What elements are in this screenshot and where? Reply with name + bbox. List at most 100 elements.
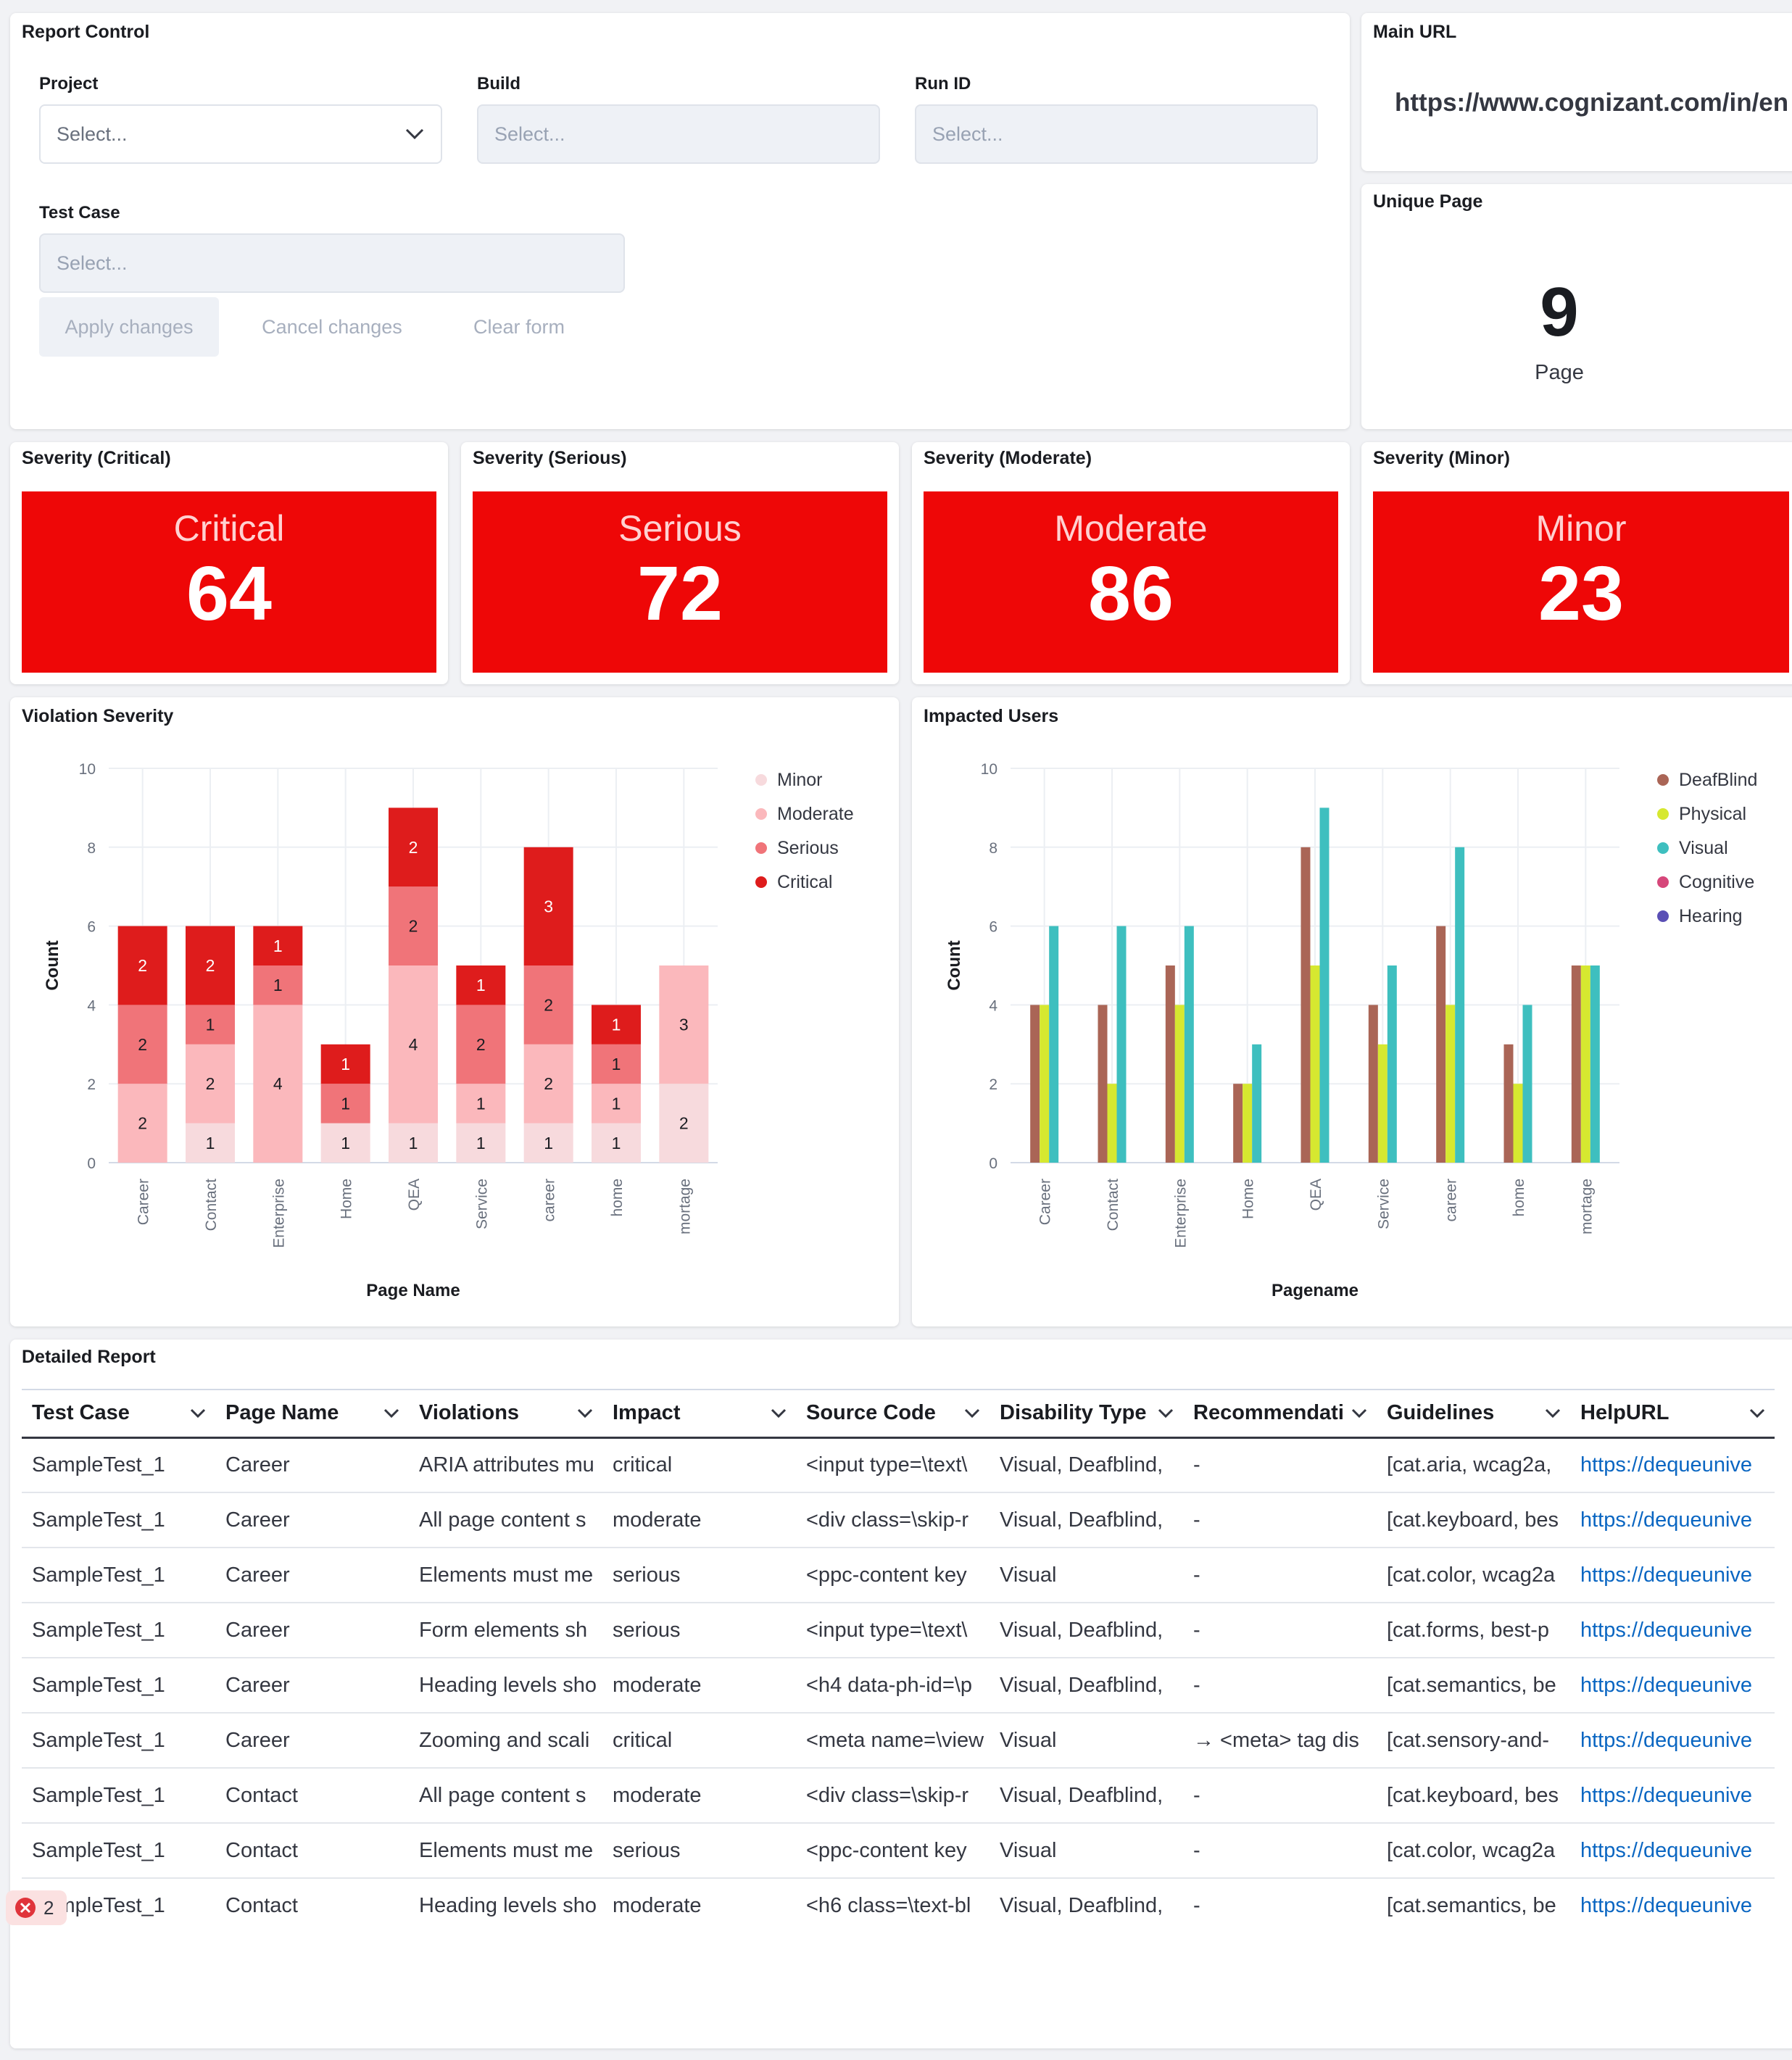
column-header-label: HelpURL	[1580, 1401, 1669, 1425]
help-url-link[interactable]: https://dequeunive	[1570, 1713, 1775, 1769]
data-label: 2	[476, 1035, 486, 1054]
metric-label: Critical	[173, 508, 285, 549]
help-url-link[interactable]: https://dequeunive	[1570, 1658, 1775, 1714]
column-header-label: Disability Type	[1000, 1401, 1147, 1425]
chevron-down-icon[interactable]	[963, 1406, 981, 1421]
table-cell: Visual, Deafblind,	[990, 1768, 1183, 1824]
help-url-link[interactable]: https://dequeunive	[1570, 1437, 1775, 1493]
y-tick-label: 6	[989, 919, 997, 936]
error-toast-badge[interactable]: 2	[6, 1890, 67, 1925]
table-cell: [cat.aria, wcag2a,	[1377, 1437, 1570, 1493]
table-row[interactable]: SampleTest_1 Contact All page content s mod…	[22, 1768, 1775, 1824]
table-cell: SampleTest_1	[22, 1492, 215, 1548]
column-header[interactable]: Recommendati	[1183, 1389, 1377, 1439]
data-label: 1	[476, 976, 486, 994]
chevron-down-icon[interactable]	[1157, 1406, 1174, 1421]
help-url-link[interactable]: https://dequeunive	[1570, 1823, 1775, 1879]
apply-changes-button[interactable]: Apply changes	[39, 297, 219, 357]
data-label: 1	[273, 976, 283, 994]
table-row[interactable]: SampleTest_1 Career Heading levels sho mode…	[22, 1658, 1775, 1714]
bar	[1116, 926, 1127, 1163]
table-cell: Visual, Deafblind,	[990, 1658, 1183, 1714]
table-cell: Career	[215, 1713, 409, 1769]
table-cell: -	[1183, 1437, 1377, 1493]
data-label: 1	[273, 936, 283, 955]
table-row[interactable]: SampleTest_1 Career All page content s mode…	[22, 1492, 1775, 1548]
data-label: 3	[679, 1016, 689, 1034]
panel-title: Main URL	[1373, 22, 1457, 42]
x-tick-label: Career	[136, 1179, 152, 1225]
column-header[interactable]: Test Case	[22, 1389, 215, 1439]
column-header[interactable]: Violations	[409, 1389, 602, 1439]
y-axis-title: Count	[43, 940, 62, 990]
bar	[1387, 965, 1397, 1163]
chevron-down-icon[interactable]	[1544, 1406, 1561, 1421]
data-label: 2	[138, 956, 147, 975]
table-cell: -	[1183, 1603, 1377, 1658]
y-tick-label: 6	[87, 919, 96, 936]
y-tick-label: 8	[989, 840, 997, 857]
column-header[interactable]: Impact	[602, 1389, 796, 1439]
table-row[interactable]: SampleTest_1 Career ARIA attributes mu crit…	[22, 1437, 1775, 1493]
column-header[interactable]: Disability Type	[990, 1389, 1183, 1439]
help-url-link[interactable]: https://dequeunive	[1570, 1603, 1775, 1658]
chevron-down-icon[interactable]	[770, 1406, 787, 1421]
table-cell: Career	[215, 1492, 409, 1548]
table-row[interactable]: SampleTest_1 Career Elements must me seriou…	[22, 1548, 1775, 1603]
clear-form-button[interactable]: Clear form	[457, 297, 581, 357]
metric-value: 23	[1538, 551, 1624, 636]
severity-moderate-metric: Moderate 86	[924, 491, 1338, 673]
chevron-down-icon[interactable]	[383, 1406, 400, 1421]
test-case-select[interactable]: Select...	[39, 233, 625, 293]
table-row[interactable]: SampleTest_1 Career Form elements sh seriou…	[22, 1603, 1775, 1658]
bar	[1040, 1005, 1050, 1163]
bar	[1174, 1005, 1185, 1163]
x-tick-label: QEA	[406, 1179, 423, 1210]
table-row[interactable]: SampleTest_1 Contact Elements must me serio…	[22, 1823, 1775, 1879]
panel-title: Severity (Serious)	[473, 448, 627, 468]
severity-minor-metric: Minor 23	[1373, 491, 1789, 673]
x-axis-title: Pagename	[1272, 1281, 1358, 1300]
table-cell: serious	[602, 1603, 796, 1658]
data-label: 1	[409, 1134, 418, 1152]
panel-title: Severity (Critical)	[22, 448, 171, 468]
cancel-changes-button[interactable]: Cancel changes	[246, 297, 418, 357]
bar	[1445, 1005, 1456, 1163]
legend-label: Visual	[1679, 838, 1728, 858]
help-url-link[interactable]: https://dequeunive	[1570, 1548, 1775, 1603]
detailed-report-panel: Detailed Report Test Case Page Name Violat…	[10, 1340, 1792, 2048]
bar	[1049, 926, 1059, 1163]
bar	[1184, 926, 1194, 1163]
data-label: 2	[409, 838, 418, 857]
table-cell: Elements must me	[409, 1823, 602, 1879]
column-header[interactable]: Guidelines	[1377, 1389, 1570, 1439]
column-header[interactable]: HelpURL	[1570, 1389, 1775, 1439]
chevron-down-icon[interactable]	[576, 1406, 594, 1421]
legend-label: Physical	[1679, 804, 1746, 824]
project-select[interactable]: Select...	[39, 104, 442, 164]
table-cell: [cat.forms, best-p	[1377, 1603, 1570, 1658]
column-header[interactable]: Page Name	[215, 1389, 409, 1439]
severity-serious-panel: Severity (Serious) Serious 72	[461, 442, 899, 684]
bar	[1503, 1044, 1514, 1163]
help-url-link[interactable]: https://dequeunive	[1570, 1492, 1775, 1548]
table-cell: <h4 data-ph-id=\p	[796, 1658, 990, 1714]
legend-marker	[1657, 808, 1669, 820]
run-id-select[interactable]: Select...	[915, 104, 1318, 164]
chevron-down-icon[interactable]	[189, 1406, 207, 1421]
bar	[1436, 926, 1446, 1163]
x-tick-label: Contact	[203, 1179, 220, 1232]
bar	[1513, 1084, 1523, 1163]
unique-page-unit: Page	[1535, 361, 1584, 384]
build-select-value: Select...	[494, 122, 565, 145]
chevron-down-icon[interactable]	[1351, 1406, 1368, 1421]
chevron-down-icon[interactable]	[1749, 1406, 1766, 1421]
build-label: Build	[477, 74, 520, 94]
table-row[interactable]: SampleTest_1 Career Zooming and scali criti…	[22, 1713, 1775, 1769]
violation-severity-panel: Violation Severity 0 2 4 6 8 10 2 2 2 Career 1 2 1 2 C…	[10, 697, 899, 1326]
unique-page-panel: Unique Page 9 Page	[1361, 184, 1792, 429]
build-select[interactable]: Select...	[477, 104, 880, 164]
column-header[interactable]: Source Code	[796, 1389, 990, 1439]
help-url-link[interactable]: https://dequeunive	[1570, 1768, 1775, 1824]
test-case-label: Test Case	[39, 203, 120, 223]
